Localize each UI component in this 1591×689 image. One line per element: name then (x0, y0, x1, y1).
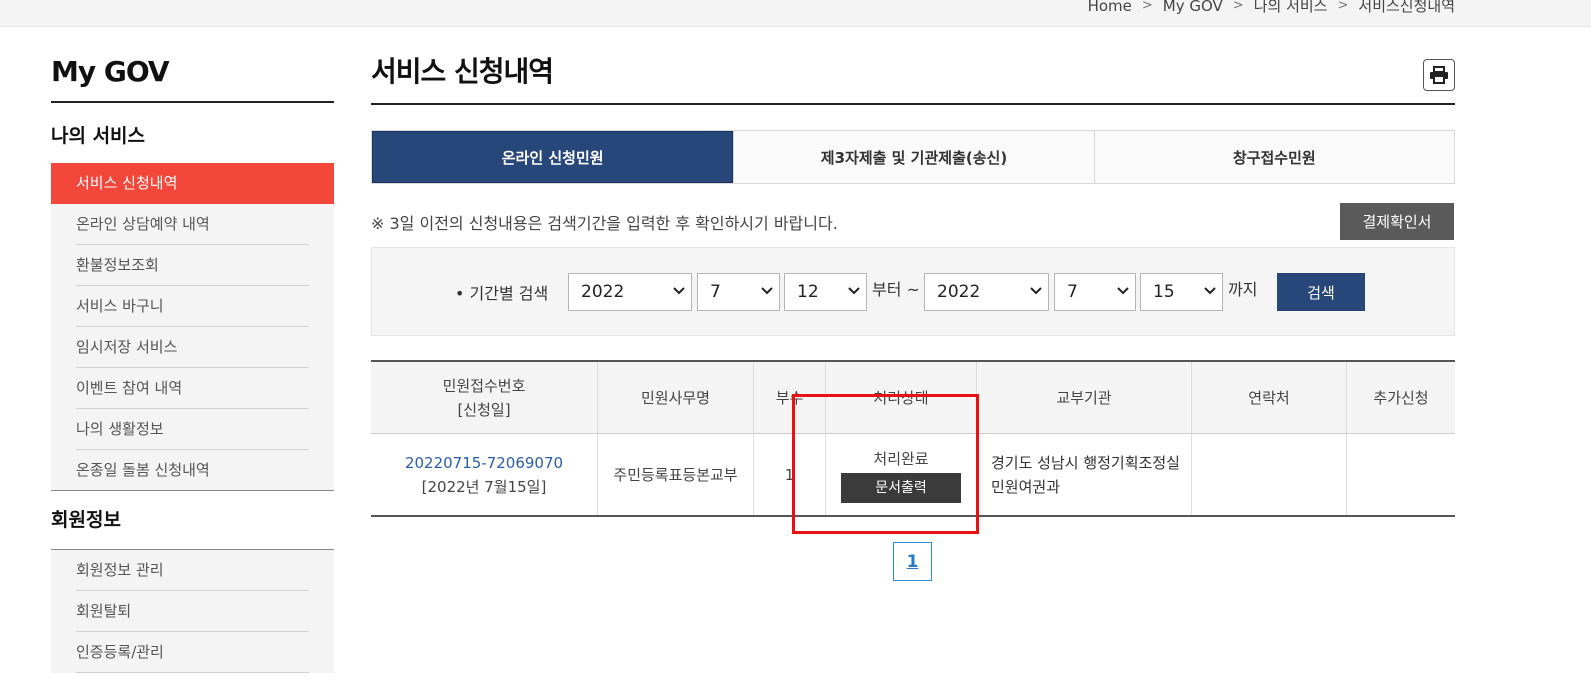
top-bar: Home > My GOV > 나의 서비스 > 서비스신청내역 (0, 0, 1591, 27)
search-label: • 기간별 검색 (455, 284, 549, 303)
chevron-right-icon: > (1141, 0, 1153, 13)
chevron-right-icon: > (1232, 0, 1244, 13)
sidebar-section-member-info: 회원정보 (51, 491, 334, 550)
to-text: 까지 (1228, 280, 1258, 299)
agency-line-1: 경기도 성남시 행정기획조정실 (991, 453, 1180, 472)
breadcrumb-my-service[interactable]: 나의 서비스 (1254, 0, 1328, 16)
header-date-label: [신청일] (457, 400, 511, 419)
sidebar-title: My GOV (51, 55, 334, 103)
page-title: 서비스 신청내역 (371, 50, 1455, 105)
chevron-down-icon (673, 287, 685, 295)
pagination-page-1[interactable]: 1 (893, 542, 932, 581)
application-table: 민원접수번호 [신청일] 민원사무명 부수 처리상태 교부기관 연락처 추가신청… (371, 360, 1455, 517)
table-header: 민원접수번호 [신청일] 민원사무명 부수 처리상태 교부기관 연락처 추가신청 (371, 362, 1455, 434)
header-receipt-no-label: 민원접수번호 (442, 376, 526, 395)
header-contact: 연락처 (1191, 362, 1346, 433)
payment-receipt-button[interactable]: 결제확인서 (1340, 203, 1454, 240)
tab-bar: 온라인 신청민원 제3자제출 및 기관제출(송신) 창구접수민원 (371, 130, 1455, 184)
sidebar-item-care-history[interactable]: 온종일 돌봄 신청내역 (51, 450, 334, 491)
to-month-value: 7 (1067, 282, 1078, 302)
sidebar-item-service-history[interactable]: 서비스 신청내역 (51, 163, 334, 204)
main-content: 서비스 신청내역 온라인 신청민원 제3자제출 및 기관제출(송신) 창구접수민… (371, 50, 1455, 517)
notice-text: ※ 3일 이전의 신청내용은 검색기간을 입력한 후 확인하시기 바랍니다. (371, 214, 838, 233)
receipt-number-link[interactable]: 20220715-72069070 (405, 451, 563, 475)
agency-line-2: 민원여권과 (991, 477, 1061, 496)
status-text: 처리완료 (873, 449, 929, 468)
breadcrumb-home[interactable]: Home (1088, 0, 1132, 15)
from-day-select[interactable]: 12 (784, 273, 867, 311)
cell-contact (1191, 434, 1346, 515)
header-agency: 교부기관 (976, 362, 1191, 433)
to-year-value: 2022 (937, 282, 981, 302)
breadcrumb-mygov[interactable]: My GOV (1163, 0, 1223, 15)
breadcrumb: Home > My GOV > 나의 서비스 > 서비스신청내역 (1088, 0, 1455, 16)
printer-icon (1430, 66, 1448, 84)
chevron-down-icon (848, 287, 860, 295)
cell-receipt-no: 20220715-72069070 [2022년 7월15일] (371, 434, 597, 515)
sidebar: My GOV 나의 서비스 서비스 신청내역 온라인 상담예약 내역 환불정보조… (51, 55, 334, 673)
sidebar-menu-member-info: 회원정보 관리 회원탈퇴 인증등록/관리 (51, 550, 334, 673)
tab-third-party-submission[interactable]: 제3자제출 및 기관제출(송신) (733, 131, 1094, 183)
sidebar-item-temp-saved[interactable]: 임시저장 서비스 (51, 327, 334, 368)
sidebar-item-consult-reservation[interactable]: 온라인 상담예약 내역 (51, 204, 334, 245)
print-button[interactable] (1423, 59, 1455, 91)
chevron-down-icon (761, 287, 773, 295)
cell-service-name: 주민등록표등본교부 (597, 434, 753, 515)
sidebar-item-refund-info[interactable]: 환불정보조회 (51, 245, 334, 286)
sidebar-item-service-basket[interactable]: 서비스 바구니 (51, 286, 334, 327)
chevron-right-icon: > (1337, 0, 1349, 13)
sidebar-item-cert-manage[interactable]: 인증등록/관리 (51, 632, 334, 673)
application-date: [2022년 7월15일] (421, 477, 547, 496)
sidebar-item-withdraw[interactable]: 회원탈퇴 (51, 591, 334, 632)
header-receipt-no: 민원접수번호 [신청일] (371, 362, 597, 433)
cell-agency: 경기도 성남시 행정기획조정실 민원여권과 (976, 434, 1191, 515)
sidebar-item-life-info[interactable]: 나의 생활정보 (51, 409, 334, 450)
header-extra: 추가신청 (1346, 362, 1455, 433)
to-day-select[interactable]: 15 (1140, 273, 1223, 311)
cell-copies: 1 (753, 434, 825, 515)
chevron-down-icon (1030, 287, 1042, 295)
breadcrumb-current: 서비스신청내역 (1358, 0, 1455, 15)
search-panel: • 기간별 검색 2022 7 12 부터 ~ 2022 7 15 까지 검색 (371, 247, 1455, 336)
tab-online-application[interactable]: 온라인 신청민원 (372, 131, 734, 183)
print-document-button[interactable]: 문서출력 (841, 472, 961, 503)
sidebar-menu-my-service: 서비스 신청내역 온라인 상담예약 내역 환불정보조회 서비스 바구니 임시저장… (51, 163, 334, 491)
to-day-value: 15 (1153, 282, 1175, 302)
tab-counter-application[interactable]: 창구접수민원 (1093, 131, 1454, 183)
from-day-value: 12 (797, 282, 819, 302)
header-service-name: 민원사무명 (597, 362, 753, 433)
cell-status: 처리완료 문서출력 (825, 434, 976, 515)
sidebar-section-my-service: 나의 서비스 (51, 125, 146, 147)
sidebar-item-member-manage[interactable]: 회원정보 관리 (51, 550, 334, 591)
from-month-value: 7 (710, 282, 721, 302)
cell-extra (1346, 434, 1455, 515)
to-month-select[interactable]: 7 (1054, 273, 1136, 311)
from-year-select[interactable]: 2022 (568, 273, 692, 311)
to-year-select[interactable]: 2022 (924, 273, 1049, 311)
from-year-value: 2022 (581, 282, 625, 302)
chevron-down-icon (1204, 287, 1216, 295)
from-text: 부터 ~ (872, 280, 920, 299)
header-status: 처리상태 (825, 362, 976, 433)
chevron-down-icon (1117, 287, 1129, 295)
header-copies: 부수 (753, 362, 825, 433)
table-row: 20220715-72069070 [2022년 7월15일] 주민등록표등본교… (371, 434, 1455, 517)
sidebar-item-event-history[interactable]: 이벤트 참여 내역 (51, 368, 334, 409)
from-month-select[interactable]: 7 (697, 273, 780, 311)
search-button[interactable]: 검색 (1277, 273, 1365, 311)
